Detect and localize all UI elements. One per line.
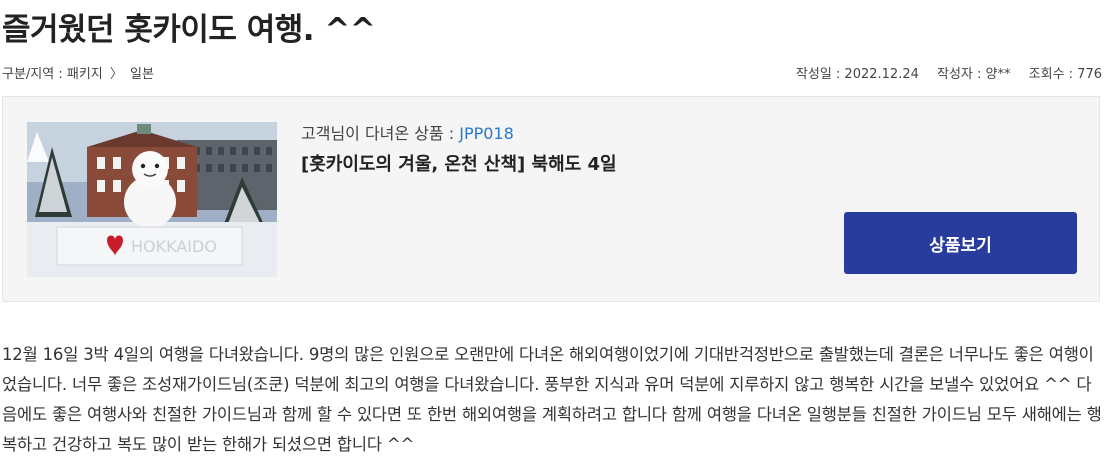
post-info: 작성일 : 2022.12.24 작성자 : 양** 조회수 : 776 (782, 63, 1102, 82)
region-label: 일본 (130, 67, 154, 82)
page-title: 즐거웠던 홋카이도 여행. ^^ (2, 12, 376, 48)
product-thumbnail[interactable]: HOKKAIDO (27, 122, 277, 277)
post-views: 조회수 : 776 (1028, 67, 1102, 82)
product-card: HOKKAIDO 고객님이 다녀온 상품 : JPP018 [홋카이도의 겨울,… (2, 96, 1100, 302)
svg-text:HOKKAIDO: HOKKAIDO (131, 237, 217, 256)
category-breadcrumb: 구분/지역 : 패키지 〉 일본 (2, 63, 154, 82)
visited-prefix: 고객님이 다녀온 상품 : (301, 124, 460, 143)
review-text: 12월 16일 3박 4일의 여행을 다녀왔습니다. 9명의 많은 인원으로 오… (2, 345, 1102, 454)
product-name[interactable]: [홋카이도의 겨울, 온천 산책] 북해도 4일 (301, 150, 617, 176)
snowman-photo-icon: HOKKAIDO (27, 122, 277, 277)
chevron-right-icon: 〉 (109, 67, 123, 82)
post-date: 작성일 : 2022.12.24 (795, 67, 919, 82)
post-author: 작성자 : 양** (937, 67, 1011, 82)
visited-product-label: 고객님이 다녀온 상품 : JPP018 (301, 120, 514, 144)
post-meta: 구분/지역 : 패키지 〉 일본 작성일 : 2022.12.24 작성자 : … (2, 63, 1102, 83)
category-label: 구분/지역 : 패키지 (2, 67, 103, 82)
product-code: JPP018 (459, 124, 514, 143)
view-product-button[interactable]: 상품보기 (844, 212, 1077, 274)
